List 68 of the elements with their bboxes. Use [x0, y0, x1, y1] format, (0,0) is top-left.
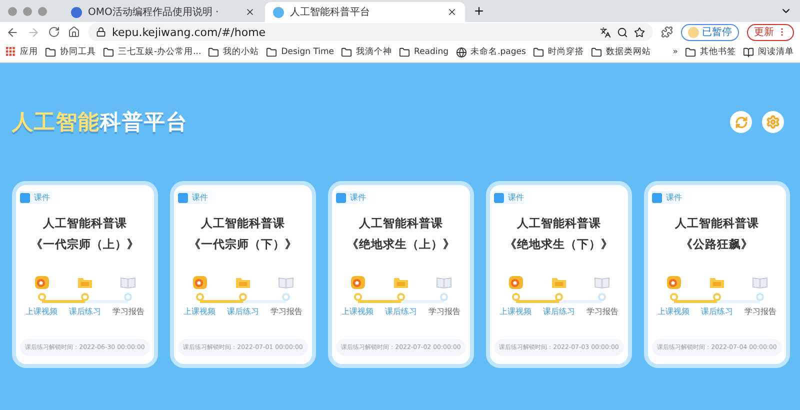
bookmark-link[interactable]: Reading: [414, 47, 449, 57]
step-label[interactable]: 学习报告: [428, 306, 460, 317]
step-label[interactable]: 学习报告: [112, 306, 144, 317]
url-text: kepu.kejiwang.com/#/home: [112, 26, 267, 38]
page-title: 人工智能科普平台: [12, 109, 188, 136]
bookmark-link[interactable]: 我滴个神: [356, 46, 392, 58]
course-subtitle: 《公路狂飙》: [681, 237, 753, 252]
bookmark-link[interactable]: 应用: [20, 46, 38, 58]
new-tab-icon[interactable]: [473, 5, 485, 17]
refresh-icon: [734, 116, 748, 128]
update-button[interactable]: 更新: [747, 24, 794, 40]
course-title: 人工智能科普课: [201, 216, 285, 231]
course-title: 人工智能科普课: [43, 216, 127, 231]
bookmark-link[interactable]: 我的小站: [223, 46, 260, 58]
folder-icon: [103, 46, 114, 58]
folder-icon: [685, 46, 696, 58]
close-icon[interactable]: [245, 7, 255, 17]
reload-icon[interactable]: [48, 26, 60, 38]
more-bookmarks-button[interactable]: »: [672, 47, 678, 57]
course-subtitle: 《绝地求生（下）》: [505, 237, 613, 252]
home-icon[interactable]: [68, 26, 80, 38]
video-icon: [34, 274, 50, 290]
bookmark-link[interactable]: 时尚穿搭: [548, 46, 584, 58]
bookmark-link[interactable]: 未命名.pages: [470, 46, 526, 58]
bookmark-link[interactable]: 三七互娱-办公常用...: [118, 46, 202, 58]
folder-icon: [266, 46, 278, 58]
profile-button[interactable]: 已暂停: [681, 24, 739, 40]
step-label[interactable]: 学习报告: [744, 306, 776, 317]
settings-icon: [766, 115, 780, 129]
folder-icon: [208, 46, 220, 58]
course-title: 人工智能科普课: [675, 216, 759, 231]
apps-grid-icon: [6, 47, 16, 57]
folder-icon: [341, 46, 352, 58]
course-title: 人工智能科普课: [517, 216, 601, 231]
globe-icon: [456, 46, 467, 58]
bookmark-link[interactable]: 协同工具: [60, 46, 96, 58]
close-icon[interactable]: [447, 7, 457, 17]
tab-favicon: [71, 6, 82, 18]
browser-tab[interactable]: OMO活动编程作品使用说明 ·: [63, 2, 263, 22]
translate-icon[interactable]: [600, 26, 611, 38]
extensions-icon[interactable]: [661, 26, 673, 38]
avatar-icon: [688, 26, 699, 38]
video-icon: [666, 274, 682, 290]
bookmark-link[interactable]: 其他书签: [700, 46, 736, 58]
search-icon[interactable]: [617, 26, 628, 38]
folder-icon: [399, 46, 410, 58]
step-label[interactable]: 学习报告: [270, 306, 302, 317]
video-icon: [508, 274, 524, 290]
browser-tab[interactable]: 人工智能科普平台: [265, 2, 465, 22]
video-icon: [350, 274, 366, 290]
back-icon[interactable]: [6, 26, 19, 38]
video-icon: [192, 274, 208, 290]
bookmark-link[interactable]: 阅读清单: [758, 46, 794, 58]
step-label[interactable]: 学习报告: [586, 306, 618, 317]
address-bar[interactable]: kepu.kejiwang.com/#/home: [88, 23, 653, 41]
course-subtitle: 《一代宗师（上）》: [31, 237, 139, 252]
bookmark-link[interactable]: Design Time: [281, 47, 334, 57]
folder-icon: [532, 46, 544, 58]
course-title: 人工智能科普课: [359, 216, 443, 231]
course-subtitle: 《一代宗师（下）》: [189, 237, 297, 252]
bookmark-link[interactable]: 数据类网站: [606, 46, 651, 58]
lock-icon: [96, 27, 106, 37]
folder-icon: [45, 46, 56, 58]
star-icon[interactable]: [634, 26, 645, 38]
course-subtitle: 《绝地求生（上）》: [347, 237, 455, 252]
tab-favicon: [273, 6, 284, 18]
reading-list-icon: [743, 46, 754, 58]
folder-icon: [590, 46, 602, 58]
